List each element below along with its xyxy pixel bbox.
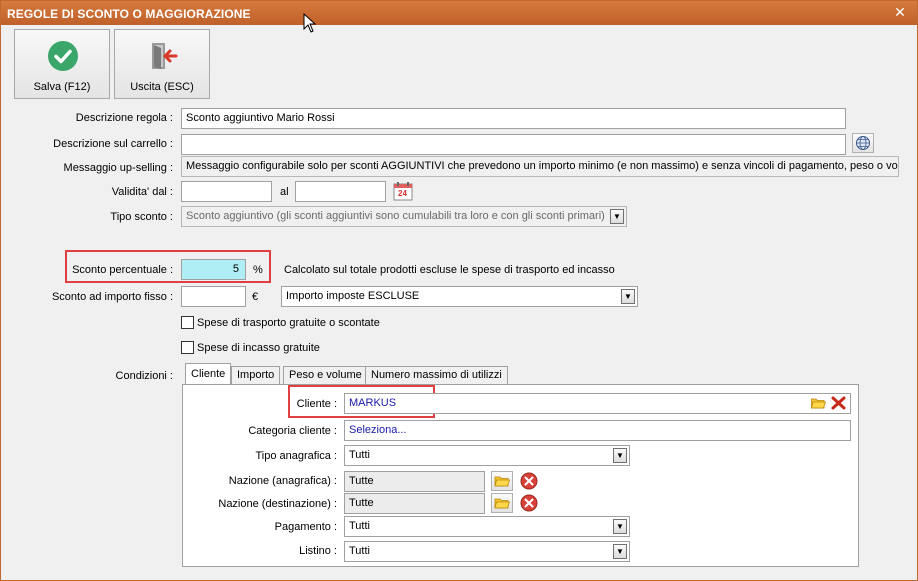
sconto-percentuale-input[interactable]: 5 (181, 259, 246, 280)
descrizione-carrello-input[interactable] (181, 134, 846, 155)
listino-value: Tutti (349, 545, 370, 557)
mouse-cursor-icon (303, 13, 317, 33)
nazione-anagrafica-browse-button[interactable] (491, 471, 513, 491)
window-title: REGOLE DI SCONTO O MAGGIORAZIONE (7, 7, 251, 21)
descrizione-carrello-label: Descrizione sul carrello : (53, 138, 173, 150)
close-icon[interactable]: ✕ (893, 5, 907, 19)
validita-al-input[interactable] (295, 181, 386, 202)
spese-trasporto-checkbox[interactable] (181, 316, 194, 329)
tab-importo[interactable]: Importo (231, 366, 281, 384)
tipo-sconto-label: Tipo sconto : (110, 211, 173, 223)
imposte-select[interactable]: Importo imposte ESCLUSE ▼ (281, 286, 638, 307)
tab-importo-label: Importo (237, 369, 275, 381)
spese-incasso-checkbox[interactable] (181, 341, 194, 354)
exit-button-label: Uscita (ESC) (130, 81, 194, 93)
categoria-label: Categoria cliente : (248, 425, 337, 437)
sconto-importo-label: Sconto ad importo fisso : (51, 291, 173, 303)
chevron-down-icon: ▼ (613, 544, 627, 559)
tipo-anagrafica-value: Tutti (349, 449, 370, 461)
imposte-value: Importo imposte ESCLUSE (286, 290, 420, 302)
exit-button[interactable]: Uscita (ESC) (114, 29, 210, 99)
tipo-anagrafica-label: Tipo anagrafica : (255, 450, 337, 462)
cliente-value: MARKUS (349, 397, 397, 409)
validita-dal-input[interactable] (181, 181, 272, 202)
euro-symbol: € (252, 291, 259, 303)
cliente-input[interactable]: MARKUS (344, 393, 851, 414)
validita-al-label: al (280, 186, 289, 198)
clear-x-icon[interactable] (831, 396, 846, 410)
translate-button[interactable] (852, 133, 874, 153)
delete-circle-icon[interactable] (519, 471, 539, 491)
save-button-label: Salva (F12) (33, 81, 91, 93)
messaggio-label: Messaggio up-selling : (63, 162, 173, 174)
chevron-down-icon: ▼ (613, 519, 627, 534)
folder-icon (494, 476, 511, 487)
exit-door-icon (152, 43, 178, 69)
delete-circle-icon[interactable] (519, 493, 539, 513)
pagamento-select[interactable]: Tutti ▼ (344, 516, 630, 537)
tipo-sconto-value: Sconto aggiuntivo (gli sconti aggiuntivi… (186, 210, 605, 222)
nazione-destinazione-browse-button[interactable] (491, 493, 513, 513)
tab-numero-utilizzi[interactable]: Numero massimo di utilizzi (365, 366, 508, 384)
spese-incasso-label: Spese di incasso gratuite (197, 342, 320, 354)
calendar-button[interactable]: 24 (392, 181, 414, 202)
sconto-percentuale-label: Sconto percentuale : (72, 264, 173, 276)
tab-cliente[interactable]: Cliente (185, 363, 232, 385)
check-circle-icon (48, 41, 78, 71)
title-bar: REGOLE DI SCONTO O MAGGIORAZIONE ✕ (1, 1, 917, 25)
spese-trasporto-label: Spese di trasporto gratuite o scontate (197, 317, 380, 329)
globe-icon (856, 136, 870, 150)
messaggio-upselling-field: Messaggio configurabile solo per sconti … (181, 156, 899, 177)
condizioni-label: Condizioni : (115, 370, 173, 382)
tab-peso-volume[interactable]: Peso e volume (283, 366, 368, 384)
validita-label: Validita' dal : (111, 186, 173, 198)
sconto-importo-input[interactable] (181, 286, 246, 307)
chevron-down-icon: ▼ (613, 448, 627, 463)
chevron-down-icon: ▼ (621, 289, 635, 304)
categoria-input[interactable]: Seleziona... (344, 420, 851, 441)
tab-peso-volume-label: Peso e volume (289, 369, 362, 381)
listino-label: Listino : (299, 545, 337, 557)
tipo-anagrafica-select[interactable]: Tutti ▼ (344, 445, 630, 466)
nazione-anagrafica-label: Nazione (anagrafica) : (228, 475, 337, 487)
calendar-day: 24 (398, 189, 407, 198)
listino-select[interactable]: Tutti ▼ (344, 541, 630, 562)
descrizione-regola-input[interactable]: Sconto aggiuntivo Mario Rossi (181, 108, 846, 129)
save-button[interactable]: Salva (F12) (14, 29, 110, 99)
folder-icon[interactable] (811, 397, 826, 409)
cliente-label: Cliente : (296, 398, 337, 410)
nazione-anagrafica-field: Tutte (344, 471, 485, 492)
tipo-sconto-select[interactable]: Sconto aggiuntivo (gli sconti aggiuntivi… (181, 206, 627, 227)
chevron-down-icon: ▼ (610, 209, 624, 224)
pagamento-value: Tutti (349, 520, 370, 532)
descrizione-regola-label: Descrizione regola : (75, 112, 173, 124)
tab-numero-utilizzi-label: Numero massimo di utilizzi (371, 369, 502, 381)
percent-symbol: % (253, 264, 263, 276)
nazione-destinazione-label: Nazione (destinazione) : (218, 498, 337, 510)
pagamento-label: Pagamento : (274, 521, 337, 533)
folder-icon (494, 498, 511, 509)
calcolato-note: Calcolato sul totale prodotti escluse le… (284, 264, 615, 276)
rule-window: REGOLE DI SCONTO O MAGGIORAZIONE ✕ Salva… (0, 0, 918, 581)
nazione-destinazione-field: Tutte (344, 493, 485, 514)
tab-cliente-label: Cliente (191, 368, 226, 380)
